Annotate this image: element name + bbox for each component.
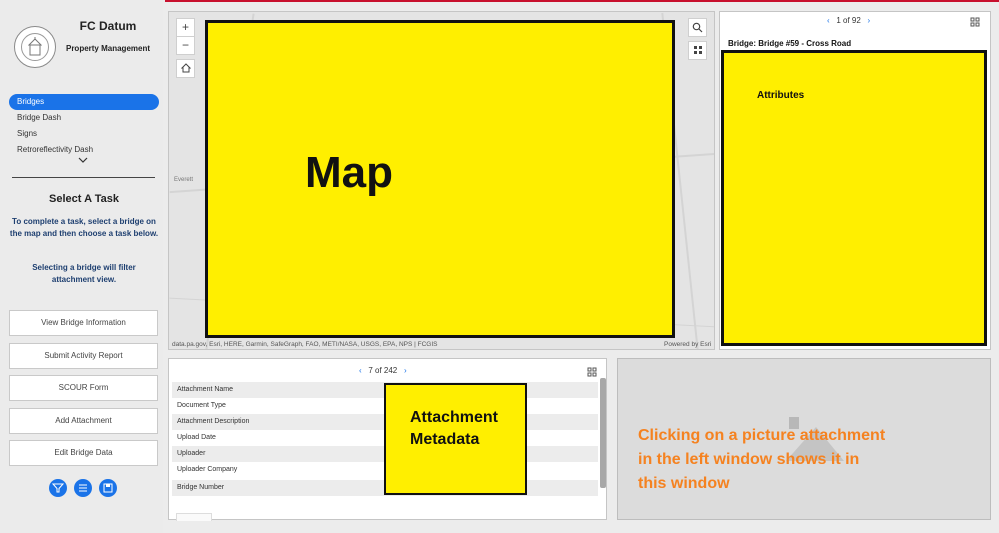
home-button[interactable] — [176, 59, 195, 78]
preview-message: Clicking on a picture attachment in the … — [638, 427, 886, 492]
attachment-scrollbar[interactable] — [600, 378, 606, 488]
task-note: Selecting a bridge will filter attachmen… — [32, 263, 136, 284]
attachment-thumbnail[interactable] — [176, 513, 212, 521]
view-bridge-information-button[interactable]: View Bridge Information — [9, 310, 158, 336]
filter-button[interactable] — [49, 479, 67, 497]
grid-icon — [693, 46, 702, 54]
app-subtitle: Property Management — [65, 44, 151, 53]
feature-title: Bridge: Bridge #59 - Cross Road — [728, 39, 852, 48]
feature-pager: ‹ 1 of 92 › — [827, 16, 870, 25]
attachment-overlay-label: Attachment Metadata — [410, 409, 499, 448]
county-seal-logo — [14, 26, 56, 68]
search-icon — [692, 22, 703, 33]
list-button[interactable] — [74, 479, 92, 497]
attributes-overlay-label: Attributes — [757, 90, 805, 101]
chevron-down-icon[interactable] — [78, 156, 88, 164]
feature-pager-text: 1 of 92 — [836, 16, 861, 25]
nav-list: Bridges Bridge Dash Signs Retroreflectiv… — [9, 94, 159, 158]
powered-by-esri[interactable]: Powered by Esri — [664, 341, 711, 348]
filter-icon — [52, 483, 64, 493]
app-title: FC Datum — [79, 19, 137, 33]
add-attachment-button[interactable]: Add Attachment — [9, 408, 158, 434]
layout-grid-icon[interactable] — [970, 17, 980, 27]
task-description: To complete a task, select a bridge on t… — [9, 217, 159, 238]
home-icon — [180, 63, 191, 73]
divider — [12, 177, 155, 178]
zoom-in-button[interactable]: + — [176, 18, 195, 37]
attachment-pager: ‹ 7 of 242 › — [359, 366, 407, 375]
save-button[interactable] — [99, 479, 117, 497]
basemap-gallery-button[interactable] — [688, 41, 707, 60]
map-overlay-label: Map — [305, 148, 393, 197]
layout-grid-icon[interactable] — [587, 367, 597, 377]
list-icon — [79, 484, 87, 492]
map-place-label: Everett — [174, 177, 194, 183]
top-accent-line — [165, 0, 999, 2]
nav-item-signs[interactable]: Signs — [9, 126, 159, 142]
nav-item-bridge-dash[interactable]: Bridge Dash — [9, 110, 159, 126]
submit-activity-report-button[interactable]: Submit Activity Report — [9, 343, 158, 369]
zoom-out-button[interactable]: − — [176, 36, 195, 55]
task-title: Select A Task — [49, 193, 119, 205]
save-icon — [103, 483, 113, 493]
next-feature-button[interactable]: › — [867, 16, 870, 25]
attachment-pager-text: 7 of 242 — [368, 366, 398, 375]
edit-bridge-data-button[interactable]: Edit Bridge Data — [9, 440, 158, 466]
map-attribution: data.pa.gov, Esri, HERE, Garmin, SafeGra… — [172, 341, 438, 348]
previous-attachment-button[interactable]: ‹ — [359, 366, 362, 375]
scour-form-button[interactable]: SCOUR Form — [9, 375, 158, 401]
search-button[interactable] — [688, 18, 707, 37]
map-overlay-box — [205, 20, 675, 338]
previous-feature-button[interactable]: ‹ — [827, 16, 830, 25]
next-attachment-button[interactable]: › — [404, 366, 407, 375]
nav-item-bridges[interactable]: Bridges — [9, 94, 159, 110]
